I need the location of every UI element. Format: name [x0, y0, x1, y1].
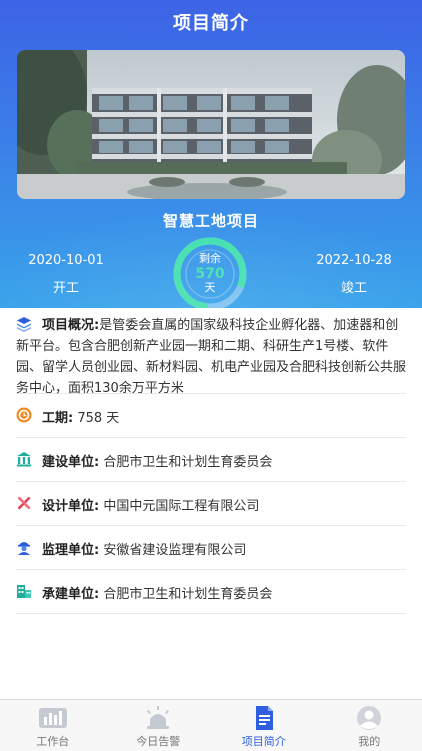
- designer-label: 设计单位:: [42, 499, 99, 514]
- clock-icon: [16, 407, 32, 423]
- project-details: 项目概况:是管委会直属的国家级科技企业孵化器、加速器和创新平台。包含合肥创新产业…: [0, 308, 422, 614]
- tab-alarms-label: 今日告警: [106, 733, 212, 749]
- design-tools-icon: [16, 495, 32, 511]
- tab-mine-label: 我的: [317, 733, 422, 749]
- builder-row: 建设单位: 合肥市卫生和计划生育委员会: [16, 438, 406, 482]
- duration-row: 工期: 758 天: [16, 394, 406, 438]
- duration-label: 工期:: [42, 411, 73, 426]
- tab-workbench-label: 工作台: [0, 733, 106, 749]
- overview-row: 项目概况:是管委会直属的国家级科技企业孵化器、加速器和创新平台。包含合肥创新产业…: [16, 308, 406, 394]
- alarm-icon: [143, 706, 173, 730]
- duration-value: 758 天: [77, 411, 119, 426]
- institution-icon: [16, 451, 32, 467]
- inspector-icon: [16, 539, 32, 555]
- tab-project-intro[interactable]: 项目简介: [211, 700, 317, 751]
- designer-value: 中国中元国际工程有限公司: [103, 499, 259, 514]
- project-header-panel: 项目简介: [0, 0, 422, 308]
- start-date-block: 2020-10-01 开工: [26, 253, 106, 296]
- remaining-unit: 天: [205, 282, 216, 295]
- document-icon: [249, 706, 279, 730]
- start-label: 开工: [26, 277, 106, 296]
- overview-label: 项目概况:: [42, 318, 99, 333]
- supervisor-value: 安徽省建设监理有限公司: [103, 543, 246, 558]
- bar-chart-icon: [38, 706, 68, 730]
- start-date: 2020-10-01: [26, 253, 106, 268]
- supervisor-label: 监理单位:: [42, 543, 99, 558]
- project-photo: [17, 50, 405, 199]
- supervisor-text: 监理单位: 安徽省建设监理有限公司: [42, 539, 246, 558]
- contractor-row: 承建单位: 合肥市卫生和计划生育委员会: [16, 570, 406, 614]
- remaining-days-value: 570: [195, 266, 224, 282]
- contractor-label: 承建单位:: [42, 587, 99, 602]
- project-name: 智慧工地项目: [0, 210, 422, 231]
- end-label: 竣工: [314, 277, 394, 296]
- designer-row: 设计单位: 中国中元国际工程有限公司: [16, 482, 406, 526]
- user-icon: [354, 706, 384, 730]
- overview-text-block: 项目概况:是管委会直属的国家级科技企业孵化器、加速器和创新平台。包含合肥创新产业…: [16, 315, 406, 399]
- end-date-block: 2022-10-28 竣工: [314, 253, 394, 296]
- page-title: 项目简介: [0, 0, 422, 44]
- builder-text: 建设单位: 合肥市卫生和计划生育委员会: [42, 451, 272, 470]
- bottom-tab-bar: 工作台 今日告警 项目简介 我的: [0, 699, 422, 751]
- builder-value: 合肥市卫生和计划生育委员会: [103, 455, 272, 470]
- remaining-days: 剩余 570 天: [170, 234, 250, 308]
- builder-label: 建设单位:: [42, 455, 99, 470]
- building-icon: [16, 583, 32, 599]
- duration-text: 工期: 758 天: [42, 407, 119, 426]
- supervisor-row: 监理单位: 安徽省建设监理有限公司: [16, 526, 406, 570]
- tab-workbench[interactable]: 工作台: [0, 700, 106, 751]
- tab-project-intro-label: 项目简介: [211, 733, 317, 749]
- remaining-days-ring: [170, 234, 250, 308]
- end-date: 2022-10-28: [314, 253, 394, 268]
- tab-mine[interactable]: 我的: [317, 700, 422, 751]
- designer-text: 设计单位: 中国中元国际工程有限公司: [42, 495, 259, 514]
- contractor-value: 合肥市卫生和计划生育委员会: [103, 587, 272, 602]
- tab-alarms[interactable]: 今日告警: [106, 700, 212, 751]
- contractor-text: 承建单位: 合肥市卫生和计划生育委员会: [42, 583, 272, 602]
- remaining-label: 剩余: [199, 253, 221, 266]
